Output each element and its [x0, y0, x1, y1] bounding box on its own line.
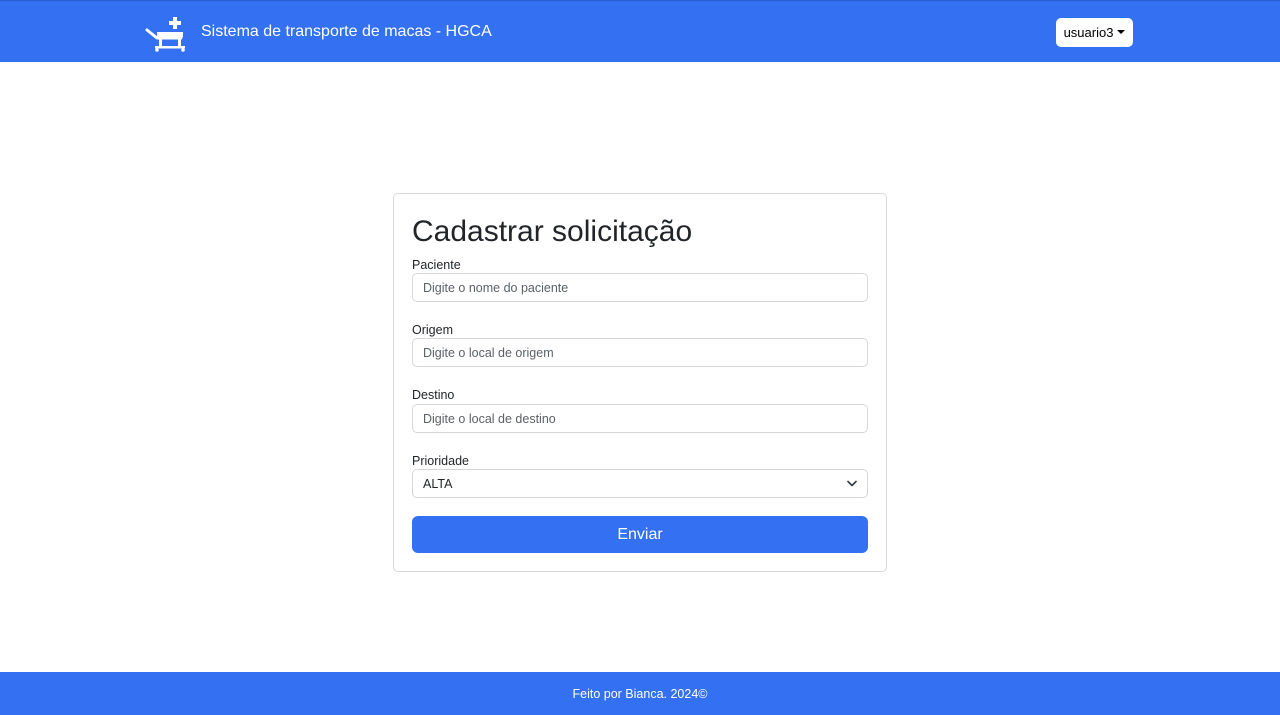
- destination-input[interactable]: [412, 404, 868, 433]
- navbar: Sistema de transporte de macas - HGCA us…: [0, 0, 1280, 62]
- priority-selected-value: ALTA: [423, 476, 453, 491]
- request-form-card: Cadastrar solicitação Paciente Origem De…: [393, 193, 887, 572]
- stretcher-cross-icon[interactable]: [145, 16, 185, 52]
- origin-label: Origem: [412, 323, 453, 337]
- destination-label: Destino: [412, 388, 455, 402]
- patient-input[interactable]: [412, 273, 868, 302]
- user-menu-dropdown[interactable]: usuario3: [1056, 18, 1133, 47]
- priority-select[interactable]: ALTA: [412, 469, 868, 498]
- user-menu-label: usuario3: [1063, 25, 1114, 40]
- caret-down-icon: [1117, 29, 1126, 34]
- footer-text: Feito por Bianca. 2024©: [572, 686, 708, 701]
- patient-label: Paciente: [412, 258, 461, 272]
- origin-input[interactable]: [412, 338, 868, 367]
- page: Sistema de transporte de macas - HGCA us…: [0, 0, 1280, 715]
- priority-label: Prioridade: [412, 454, 469, 468]
- app-title[interactable]: Sistema de transporte de macas - HGCA: [201, 21, 492, 43]
- footer: Feito por Bianca. 2024©: [0, 672, 1280, 715]
- submit-button[interactable]: Enviar: [412, 516, 868, 553]
- form-title: Cadastrar solicitação: [412, 215, 693, 248]
- chevron-down-icon: [847, 479, 857, 489]
